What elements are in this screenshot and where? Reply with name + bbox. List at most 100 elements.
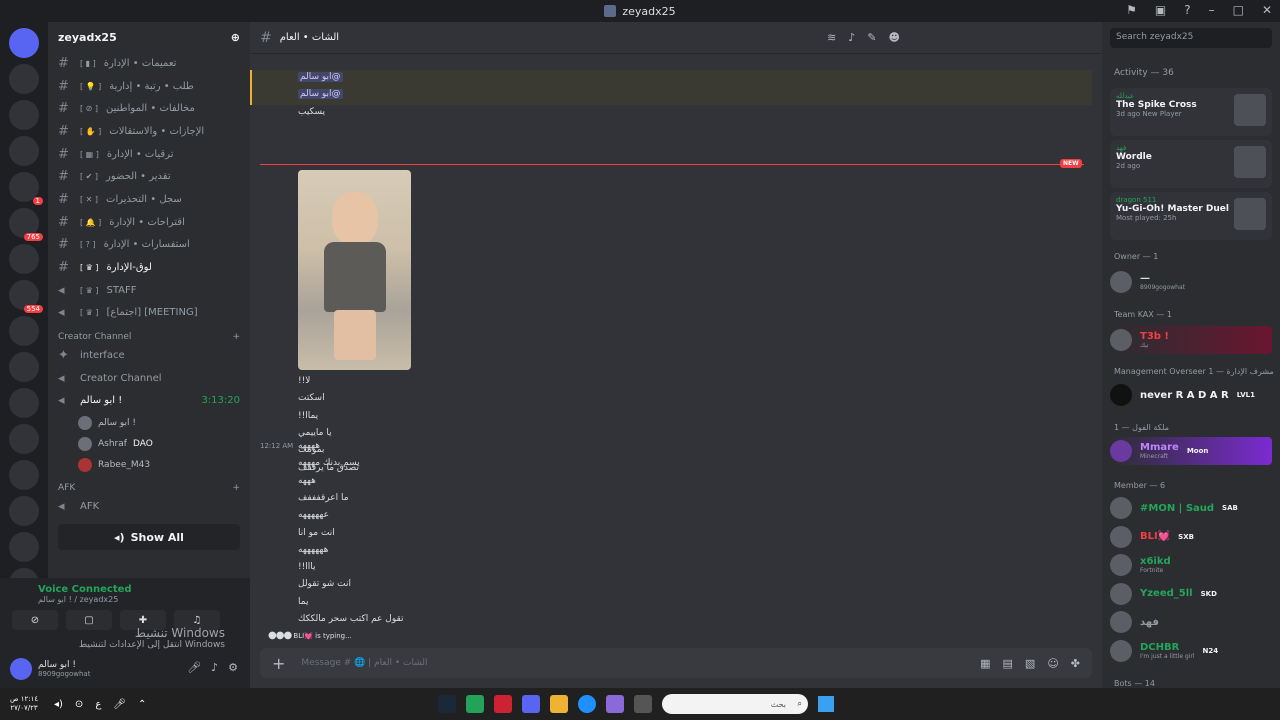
folder-icon[interactable] [550,695,568,713]
bell-icon[interactable]: ♪ [848,31,855,44]
sidebar-item-channel[interactable]: # [ 💡 ] طلب • رتبة • إدارية [48,75,250,98]
server-icon[interactable]: 765 [9,208,43,241]
minimize-button[interactable]: – [1209,3,1215,17]
network-icon[interactable]: ⊙ [75,699,83,710]
channel-item-afk[interactable]: ◂ AFK [48,495,250,518]
server-header[interactable]: zeyadx25 ⊕ [48,22,250,52]
steam-icon[interactable] [438,695,456,713]
server-icon[interactable]: 1 [9,172,43,205]
sidebar-item-channel[interactable]: # [ ▮ ] تعميمات • الإدارة [48,52,250,75]
voice-user[interactable]: ابو سالم ! [48,412,250,433]
server-icon[interactable] [9,352,39,382]
member-row[interactable]: x6ikd Fortnite [1110,551,1272,579]
mention[interactable]: @ابو سالم [298,72,343,82]
member-row[interactable]: Yzeed_5ll SKD [1110,580,1272,608]
show-all-button[interactable]: ◂) Show All [58,524,240,550]
activity-card[interactable]: عبدلله The Spike Cross 3d ago New Player [1110,88,1272,136]
plus-icon[interactable]: + [272,654,285,673]
server-icon[interactable] [9,136,39,166]
gif-icon[interactable]: ▤ [1003,657,1013,670]
sidebar-item-channel[interactable]: # [ ✋ ] الإجازات • والاستقالات [48,120,250,143]
app-icon[interactable] [494,695,512,713]
gift-icon[interactable]: ▦ [980,657,990,670]
voice-user[interactable]: Rabee_M43 [48,454,250,475]
server-icon[interactable] [9,460,39,490]
add-channel-icon[interactable]: + [232,483,240,493]
add-channel-icon[interactable]: + [232,332,240,342]
voice-user[interactable]: Ashraf DAO [48,433,250,454]
sidebar-item-channel[interactable]: # [ ▦ ] ترقيات • الإدارة [48,143,250,166]
server-icon[interactable] [9,496,39,526]
sidebar-item-channel[interactable]: # [ ✔ ] تقدير • الحضور [48,165,250,188]
unread-badge: 765 [23,233,43,241]
discord-home-icon[interactable] [9,28,39,58]
taskbar-search[interactable]: بحث ⌕ [662,694,808,714]
camera-off-button[interactable]: ⊘ [12,610,58,630]
headphones-icon[interactable]: ♪ [211,661,218,674]
members-icon[interactable]: ☻ [889,31,900,44]
member-row[interactable]: BLI💓 SXB [1110,523,1272,551]
activity-card[interactable]: dragon 511 Yu-Gi-Oh! Master Duel Most play… [1110,192,1272,240]
sidebar-item-channel[interactable]: # [ ♛ ] لوق-الإدارة [48,256,250,279]
help-icon[interactable]: ? [1184,3,1190,17]
emoji-icon[interactable]: ☺ [1047,657,1058,670]
message-line: يااا!! [298,562,316,573]
user-panel[interactable]: ابو سالم ! 8909gogowhat [10,658,90,680]
composer-placeholder[interactable]: Message # 🌐 | الشات • العام [301,658,427,668]
pin-icon[interactable]: ✎ [867,31,876,44]
monitor-icon[interactable]: ▣ [1155,3,1166,17]
chevron-up-icon[interactable]: ⌃ [138,699,146,710]
add-member-icon[interactable]: ⊕ [231,31,240,44]
channel-emoji-icon: [ ♛ ] [80,308,99,318]
server-icon[interactable] [9,388,39,418]
inbox-icon[interactable]: ⚑ [1126,3,1137,17]
category-creator[interactable]: Creator Channel + [48,324,250,344]
app-icon[interactable] [634,695,652,713]
mention[interactable]: @ابو سالم [298,89,343,99]
sidebar-item-channel[interactable]: # [ ✕ ] سجل • التحذيرات [48,188,250,211]
message-composer[interactable]: + Message # 🌐 | الشات • العام ▦ ▤ ▧ ☺ ✤ [260,648,1092,678]
channel-item-interface[interactable]: ✦ interface [48,344,250,367]
app-icon[interactable] [606,695,624,713]
server-icon[interactable] [9,316,39,346]
member-row[interactable]: #MON | Saud SAB [1110,494,1272,522]
member-row[interactable]: Mmare Minecraft Moon [1110,437,1272,465]
activity-card[interactable]: فهد Wordle 2d ago [1110,140,1272,188]
sidebar-item-channel[interactable]: # [ 🔔 ] اقتراحات • الإدارة [48,211,250,234]
gear-icon[interactable]: ⚙ [228,661,238,674]
voice-channel-active[interactable]: ◂ ابو سالم ! 3:13:20 [48,390,250,413]
member-row[interactable]: —8909gogowhat [1110,268,1272,296]
mic-icon[interactable]: 🎤︎ [187,661,201,674]
discord-icon[interactable] [522,695,540,713]
threads-icon[interactable]: ≋ [827,31,836,44]
member-row[interactable]: T3b ! تيك [1110,326,1272,354]
server-icon[interactable] [9,244,39,274]
server-icon[interactable] [9,532,39,562]
maximize-button[interactable]: □ [1233,3,1244,17]
member-row[interactable]: فهد [1110,608,1272,636]
sidebar-item-channel[interactable]: # [ ? ] استفسارات • الإدارة [48,234,250,257]
clock[interactable]: ١٢:١٤ ص ٢٧/٠٧/٢٣ [10,695,38,713]
mic-icon[interactable]: 🎤︎ [113,699,126,710]
windows-start-icon[interactable] [818,696,834,712]
server-icon[interactable] [9,64,39,94]
sidebar-item-channel[interactable]: # [ ⊘ ] مخالفات • المواطنين [48,97,250,120]
server-icon[interactable] [9,100,39,130]
apps-icon[interactable]: ✤ [1071,657,1080,670]
member-row[interactable]: never R A D A R LVL1 [1110,381,1272,409]
channel-item-creator[interactable]: ◂ Creator Channel [48,367,250,390]
sidebar-item-channel[interactable]: ◂ [ ♛ ] STAFF [48,279,250,302]
search-input[interactable]: Search zeyadx25 [1110,28,1272,48]
server-icon[interactable]: 554 [9,280,43,313]
server-icon[interactable] [9,424,39,454]
category-afk[interactable]: AFK + [48,475,250,495]
app-icon[interactable] [466,695,484,713]
edge-icon[interactable] [578,695,596,713]
sticker-icon[interactable]: ▧ [1025,657,1035,670]
sidebar-item-channel[interactable]: ◂ [ ♛ ] [اجتماع] [MEETING] [48,302,250,325]
member-row[interactable]: DCHBR I'm just a little girl N24 [1110,637,1272,665]
language-indicator[interactable]: ع [95,699,101,710]
image-attachment[interactable] [298,170,411,370]
close-button[interactable]: ✕ [1262,3,1272,17]
speaker-icon[interactable]: ◂) [54,699,63,710]
